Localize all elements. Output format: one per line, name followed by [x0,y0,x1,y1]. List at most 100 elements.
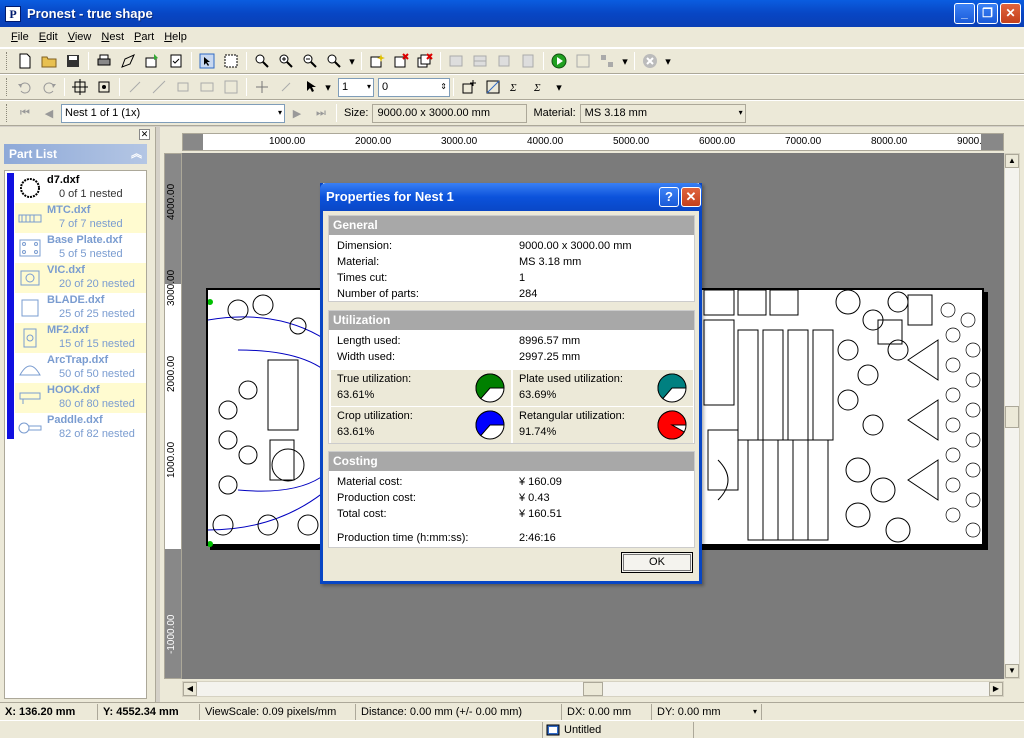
ok-button[interactable]: OK [621,552,693,573]
material-value: MS 3.18 mm [519,256,582,268]
toolbar-grip[interactable] [6,104,9,122]
menu-file[interactable]: File [6,29,34,45]
dialog-close-icon[interactable]: ✕ [681,187,701,207]
stop-icon[interactable] [640,51,660,71]
add-nest-icon[interactable] [459,77,479,97]
times-cut-value: 1 [519,272,526,284]
menu-nest[interactable]: Nest [96,29,129,45]
list-item[interactable]: ArcTrap.dxf 50 of 50 nested [15,353,146,383]
select-icon[interactable] [197,51,217,71]
copy-icon[interactable] [173,77,193,97]
list-item[interactable]: MTC.dxf 7 of 7 nested [15,203,146,233]
nest-view-icon[interactable] [483,77,503,97]
prev-nest-icon[interactable]: ◀ [39,103,59,123]
zoom-out-icon[interactable] [300,51,320,71]
list-item[interactable]: MF2.dxf 15 of 15 nested [15,323,146,353]
add-part-icon[interactable] [142,51,162,71]
list-item[interactable]: Paddle.dxf 82 of 82 nested [15,413,146,443]
dialog-title-bar[interactable]: Properties for Nest 1 ? ✕ [320,183,702,211]
chevron-down-icon[interactable]: ▾ [555,77,563,97]
toolbar-grip[interactable] [6,52,9,70]
minimize-button[interactable]: _ [954,3,975,24]
zoom-icon[interactable] [252,51,272,71]
scroll-up-icon[interactable]: ▲ [1005,154,1019,168]
edit-toolbar: ▾ 1 ▾ 0 ⇕ Σ Σ ▾ [0,74,1024,100]
horizontal-scrollbar[interactable]: ◀ ▶ [182,681,1004,697]
next-nest-icon[interactable]: ▶ [287,103,307,123]
undo-icon[interactable] [15,77,35,97]
chevron-down-icon[interactable]: ▾ [348,51,356,71]
document-tab-bar: Untitled [0,720,1024,738]
rotate-icon[interactable] [125,77,145,97]
rotation-combo[interactable]: 1 ▾ [338,77,374,97]
vertical-scrollbar[interactable]: ▲ ▼ [1004,153,1020,679]
document-tab[interactable]: Untitled [542,722,694,738]
save-icon[interactable] [63,51,83,71]
part-edit-icon[interactable] [118,51,138,71]
rectangular-utilization-value: 91.74% [519,426,557,438]
angle-spinner[interactable]: 0 ⇕ [378,77,450,97]
horizontal-scroll-thumb[interactable] [583,682,603,696]
menu-edit[interactable]: Edit [34,29,63,45]
panel-close-icon[interactable]: ✕ [139,129,150,140]
zoom-in-icon[interactable] [276,51,296,71]
pointer-icon[interactable] [300,77,320,97]
list-item[interactable]: HOOK.dxf 80 of 80 nested [15,383,146,413]
first-nest-icon[interactable]: ⏮ [15,103,35,123]
crop-icon[interactable] [494,51,514,71]
vertical-scroll-thumb[interactable] [1005,406,1019,428]
new-nest-icon[interactable] [367,51,387,71]
menu-help[interactable]: Help [159,29,192,45]
mirror-icon[interactable] [149,77,169,97]
list-item[interactable]: BLADE.dxf 25 of 25 nested [15,293,146,323]
move-icon[interactable] [70,77,90,97]
menu-part[interactable]: Part [129,29,159,45]
checklist-icon[interactable] [166,51,186,71]
bump-icon[interactable] [94,77,114,97]
select-window-icon[interactable] [221,51,241,71]
plate-icon[interactable] [446,51,466,71]
chevron-down-icon[interactable]: ▾ [664,51,672,71]
sheet-icon[interactable] [518,51,538,71]
chevron-down-icon[interactable]: ▾ [621,51,629,71]
print-icon[interactable] [94,51,114,71]
scroll-down-icon[interactable]: ▼ [1005,664,1019,678]
open-folder-icon[interactable] [39,51,59,71]
scroll-right-icon[interactable]: ▶ [989,682,1003,696]
auto-nest-icon[interactable] [573,51,593,71]
chevron-down-icon[interactable]: ▾ [324,77,332,97]
seq-icon[interactable]: Σ [507,77,527,97]
menu-view[interactable]: View [63,29,97,45]
zoom-extents-icon[interactable] [324,51,344,71]
array-icon[interactable] [197,77,217,97]
status-dy[interactable]: DY: 0.00 mm ▾ [652,703,762,720]
collapse-chevron-icon[interactable]: ︽ [131,144,142,164]
ruler-label: -1000.00 [166,614,177,654]
list-item[interactable]: Base Plate.dxf 5 of 5 nested [15,233,146,263]
delete-nest-icon[interactable] [391,51,411,71]
new-file-icon[interactable] [15,51,35,71]
scroll-left-icon[interactable]: ◀ [183,682,197,696]
part-list-header[interactable]: Part List ︽ [4,144,147,164]
help-icon[interactable]: ? [659,187,679,207]
nest-selector[interactable]: Nest 1 of 1 (1x) ▾ [61,103,285,123]
toolbar-grip[interactable] [6,78,9,96]
seq-alt-icon[interactable]: Σ [531,77,551,97]
list-item[interactable]: d7.dxf 0 of 1 nested [15,173,146,203]
material-field[interactable]: MS 3.18 mm ▾ [579,103,746,123]
nest-options-icon[interactable] [597,51,617,71]
delete-all-icon[interactable] [415,51,435,71]
chain-icon[interactable] [276,77,296,97]
title-bar: P Pronest - true shape _ ❐ ✕ [0,0,1024,27]
remnant-icon[interactable] [470,51,490,71]
close-button[interactable]: ✕ [1000,3,1021,24]
restore-button[interactable]: ❐ [977,3,998,24]
last-nest-icon[interactable]: ⏭ [311,103,331,123]
list-item[interactable]: VIC.dxf 20 of 20 nested [15,263,146,293]
group-icon[interactable] [221,77,241,97]
part-name: VIC.dxf [47,264,85,276]
material-cost-value: ¥ 160.09 [519,476,562,488]
redo-icon[interactable] [39,77,59,97]
run-nest-icon[interactable] [549,51,569,71]
common-line-icon[interactable] [252,77,272,97]
